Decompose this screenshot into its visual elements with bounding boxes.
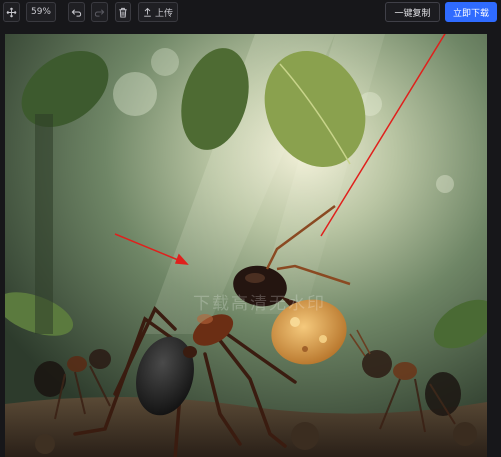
- trash-icon: [119, 7, 127, 18]
- copy-button[interactable]: 一键复制: [385, 2, 440, 22]
- undo-button[interactable]: [68, 2, 85, 22]
- upload-label: 上传: [154, 8, 173, 19]
- upload-icon: [144, 7, 151, 17]
- move-button[interactable]: [3, 2, 20, 22]
- ant-photo: [5, 34, 487, 457]
- image-canvas[interactable]: 下载高清无水印: [5, 34, 487, 457]
- undo-icon: [71, 8, 82, 17]
- download-button[interactable]: 立即下载: [445, 2, 497, 22]
- zoom-level[interactable]: 59%: [26, 2, 56, 22]
- editor-toolbar: 59% 上传 一键复制 立即下载: [0, 0, 501, 28]
- redo-button[interactable]: [91, 2, 108, 22]
- upload-button[interactable]: 上传: [138, 2, 178, 22]
- redo-icon: [94, 8, 105, 17]
- watermark: 下载高清无水印: [193, 294, 326, 314]
- move-icon: [6, 7, 17, 17]
- delete-button[interactable]: [115, 2, 131, 22]
